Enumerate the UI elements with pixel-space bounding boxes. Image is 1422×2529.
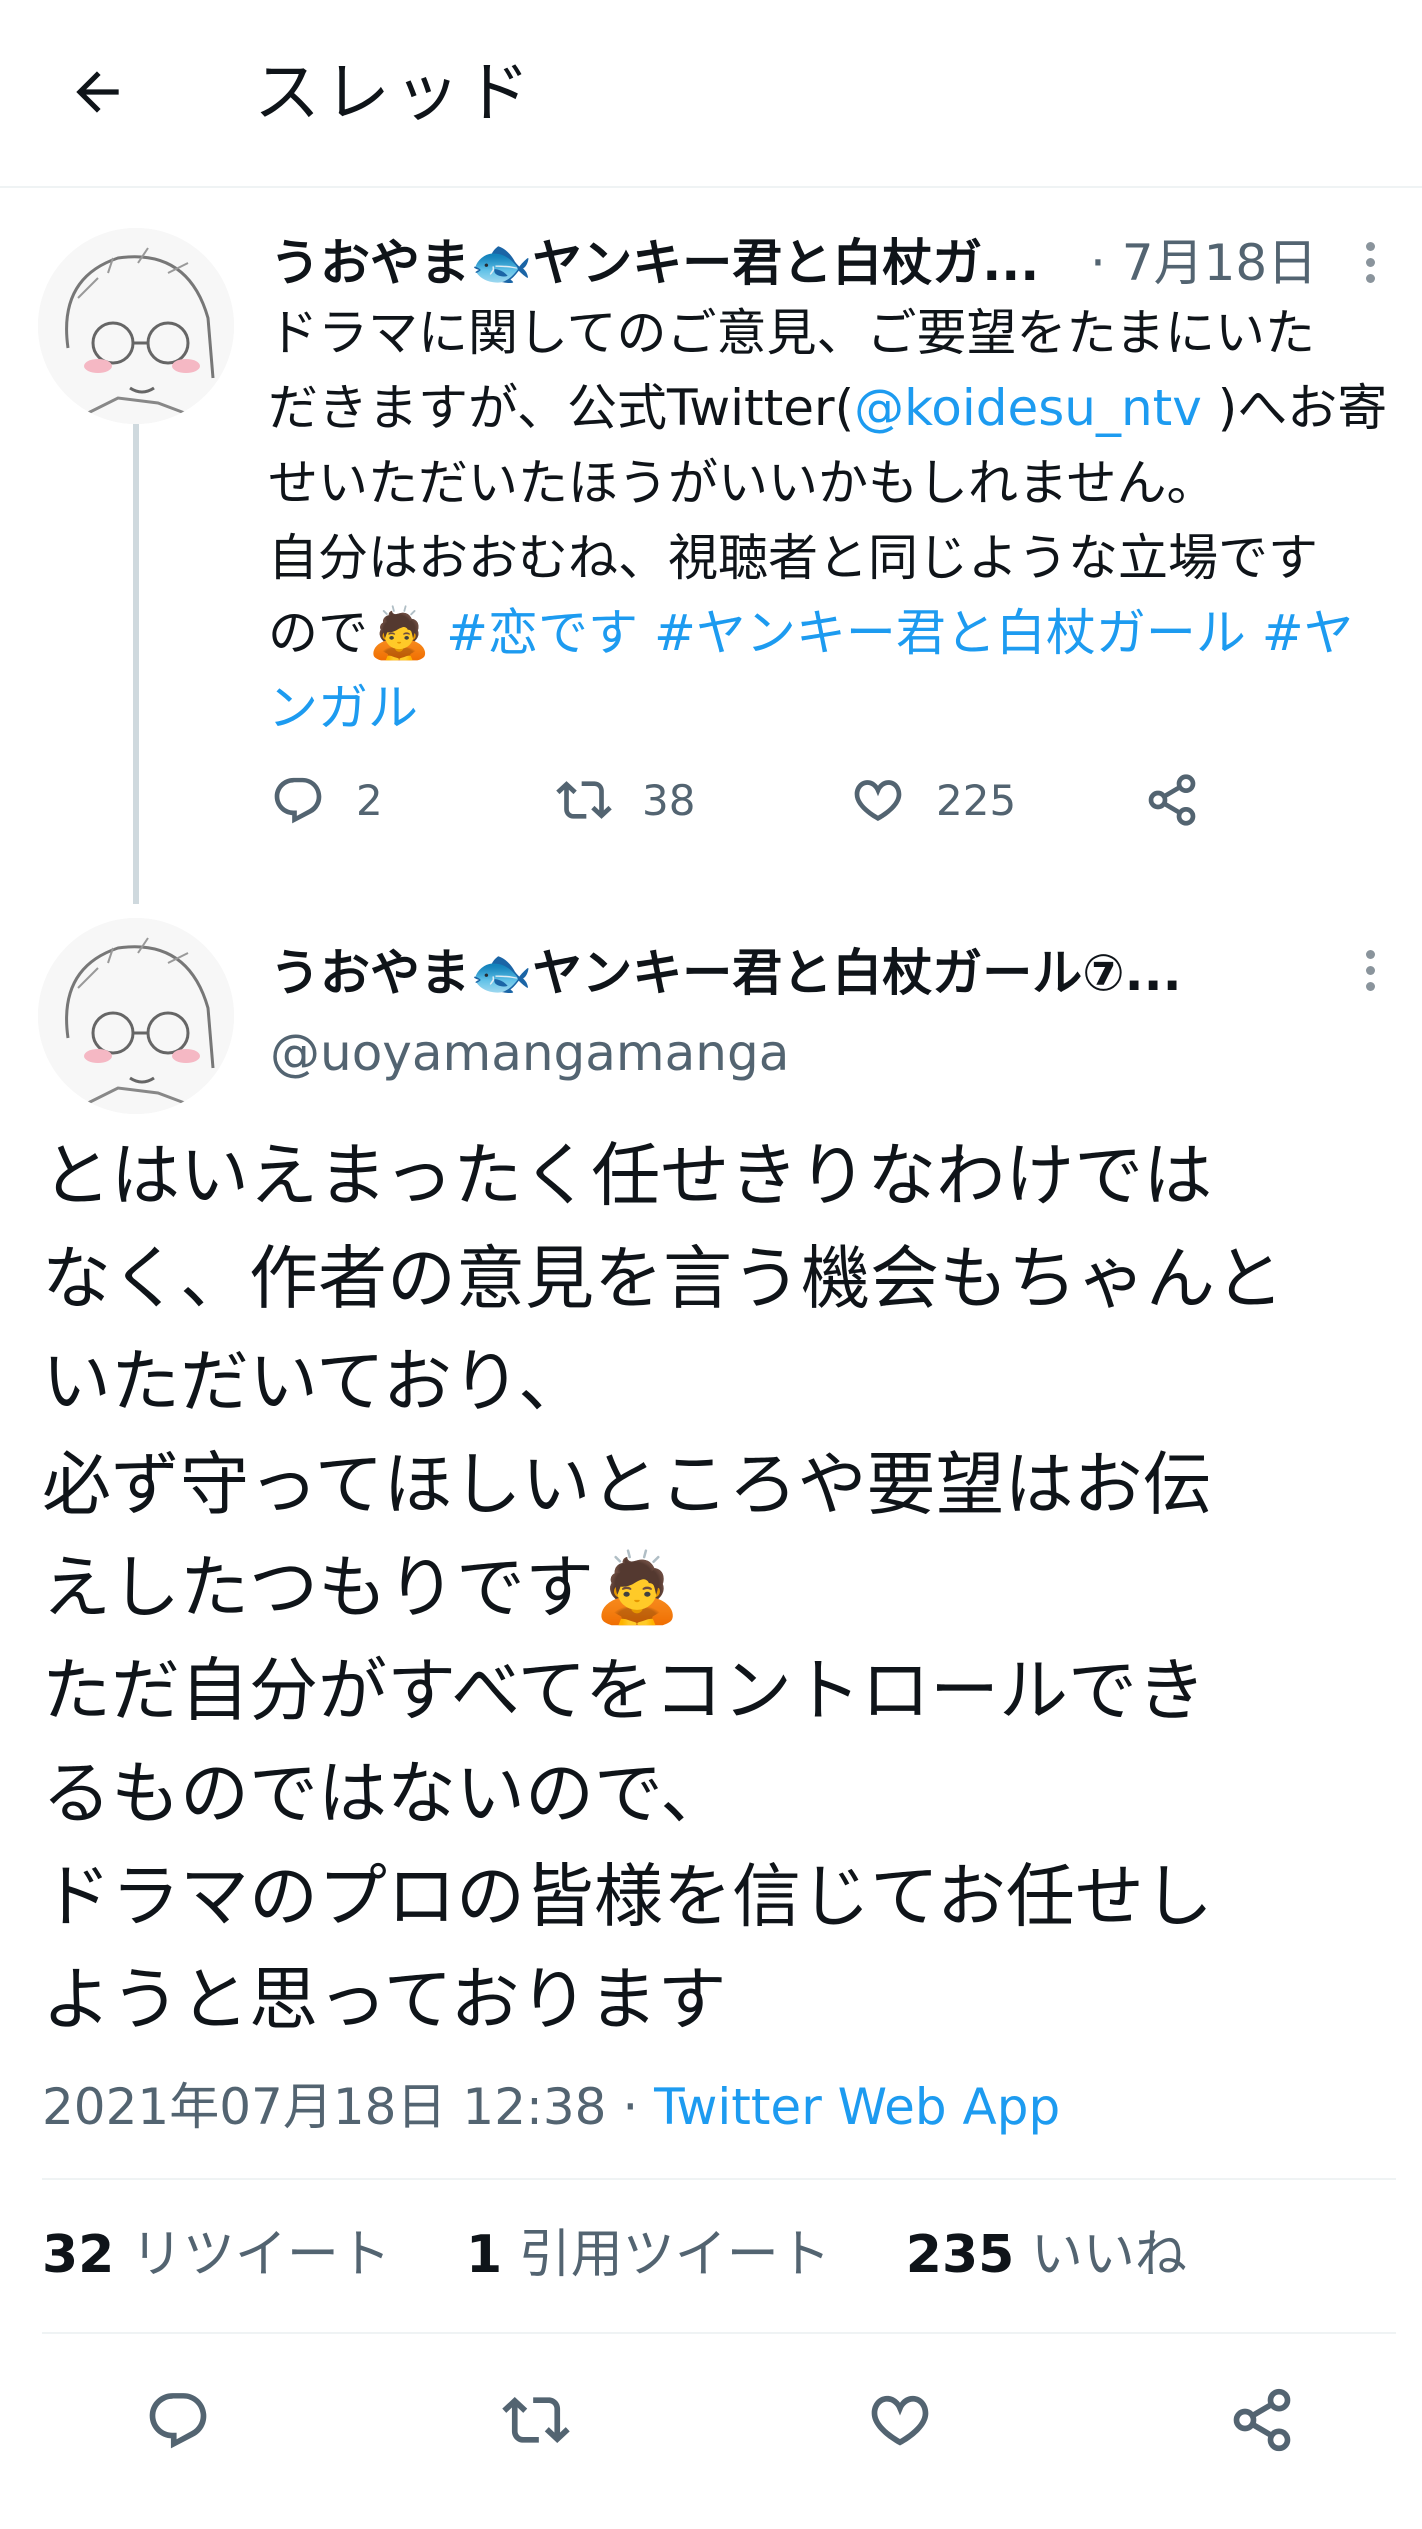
page-title: スレッド [254,54,534,131]
tweet-line: 自分はおおむね、視聴者と同じような立場です [268,521,1398,596]
like-icon [854,780,902,821]
more-icon [1365,241,1375,283]
tweet-text-segment: せいただいたほうがいいかもしれません。 [268,454,1217,512]
divider [42,2332,1396,2334]
like-count: 225 [936,775,1017,825]
avatar-illustration-icon [38,918,234,1114]
tweet-line: ただ自分がすべてをコントロールでき [42,1651,1207,1731]
timestamp-text[interactable]: 2021年07月18日 12:38 · [42,2078,654,2136]
share-icon [1233,2388,1291,2452]
engagement-stats: 32 リツイート 1 引用ツイート 235 いいね [42,2215,1187,2295]
retweet-icon [502,2397,570,2443]
avatar[interactable] [38,918,234,1114]
quotes-stat[interactable]: 1 引用ツイート [466,2225,831,2285]
reply-icon [149,2393,207,2449]
tweet-line: ンガル [268,671,1398,746]
avatar[interactable] [38,228,234,424]
hashtag-link[interactable]: #ヤンキー君と白杖ガール [654,604,1246,662]
retweet-icon [556,781,612,819]
more-button[interactable] [1350,940,1390,1000]
share-button[interactable] [1144,772,1200,828]
share-button[interactable] [1222,2380,1302,2460]
hashtag-link[interactable]: ンガル [268,679,418,737]
tweet-line: 必ず守ってほしいところや要望はお伝 [42,1445,1212,1525]
tweet-timestamp: 2021年07月18日 12:38 · Twitter Web App [42,2072,1060,2142]
tweet-text-segment: )へお寄 [1201,379,1388,437]
like-button[interactable] [860,2380,940,2460]
reply-button[interactable]: 2 [270,772,383,828]
tweet-text-segment [1246,604,1262,662]
reply-count: 2 [356,775,383,825]
author-handle[interactable]: @uoyamangamanga [270,1018,789,1088]
retweet-button[interactable] [496,2380,576,2460]
reply-button[interactable] [138,2380,218,2460]
back-arrow-icon [76,71,119,113]
back-button[interactable] [58,52,138,132]
hashtag-link[interactable]: #恋です [446,604,638,662]
tweet-text-segment: ので🙇 [268,604,447,662]
top-bar [0,0,1422,188]
tweet-text-segment [638,604,654,662]
more-icon [1365,949,1375,991]
tweet-text-segment: だきますが、公式Twitter( [268,379,855,437]
tweet-line: ドラマに関してのご意見、ご要望をたまにいた [268,296,1398,371]
tweet-line: えしたつもりです🙇 [42,1548,680,1628]
tweet-line: せいただいたほうがいいかもしれません。 [268,446,1398,521]
author-name[interactable]: うおやま🐟ヤンキー君と白杖ガ... [270,228,1039,298]
main-tweet-text: とはいえまったく任せきりなわけでは なく、作者の意見を言う機会もちゃんと いただ… [42,1125,1402,2052]
tweet-line: ので🙇 #恋です #ヤンキー君と白杖ガール #ヤ [268,596,1398,671]
hashtag-link[interactable]: #ヤ [1262,604,1354,662]
tweet-line: だきますが、公式Twitter(@koidesu_ntv )へお寄 [268,371,1398,446]
retweets-stat[interactable]: 32 リツイート [42,2225,391,2285]
like-button[interactable]: 225 [850,772,1016,828]
divider [42,2178,1396,2180]
author-name[interactable]: うおやま🐟ヤンキー君と白杖ガール⑦... [270,938,1182,1008]
tweet-line: るものではないので、 [42,1754,730,1834]
tweet-text: ドラマに関してのご意見、ご要望をたまにいた だきますが、公式Twitter(@ko… [268,296,1398,746]
like-icon [871,2395,929,2446]
tweet-line: とはいえまったく任せきりなわけでは [42,1136,1213,1216]
tweet-date[interactable]: · 7月18日 [1090,228,1317,298]
tweet-line: いただいており、 [42,1342,588,1422]
thread-connector-line [133,424,139,904]
tweet-text-segment: 自分はおおむね、視聴者と同じような立場です [268,529,1318,587]
tweet-line: なく、作者の意見を言う機会もちゃんと [42,1239,1284,1319]
share-icon [1148,774,1196,826]
tweet-line: ようと思っております [42,1960,727,2040]
avatar-illustration-icon [38,228,234,424]
retweet-count: 38 [642,775,696,825]
tweet-line: ドラマのプロの皆様を信じてお任せし [42,1857,1213,1937]
likes-stat[interactable]: 235 いいね [906,2225,1187,2285]
retweet-button[interactable]: 38 [556,772,695,828]
more-button[interactable] [1350,232,1390,292]
tweet-text-segment: ドラマに関してのご意見、ご要望をたまにいた [268,304,1315,362]
reply-icon [274,777,322,824]
mention-link[interactable]: @koidesu_ntv [854,379,1202,437]
source-link[interactable]: Twitter Web App [654,2078,1060,2136]
